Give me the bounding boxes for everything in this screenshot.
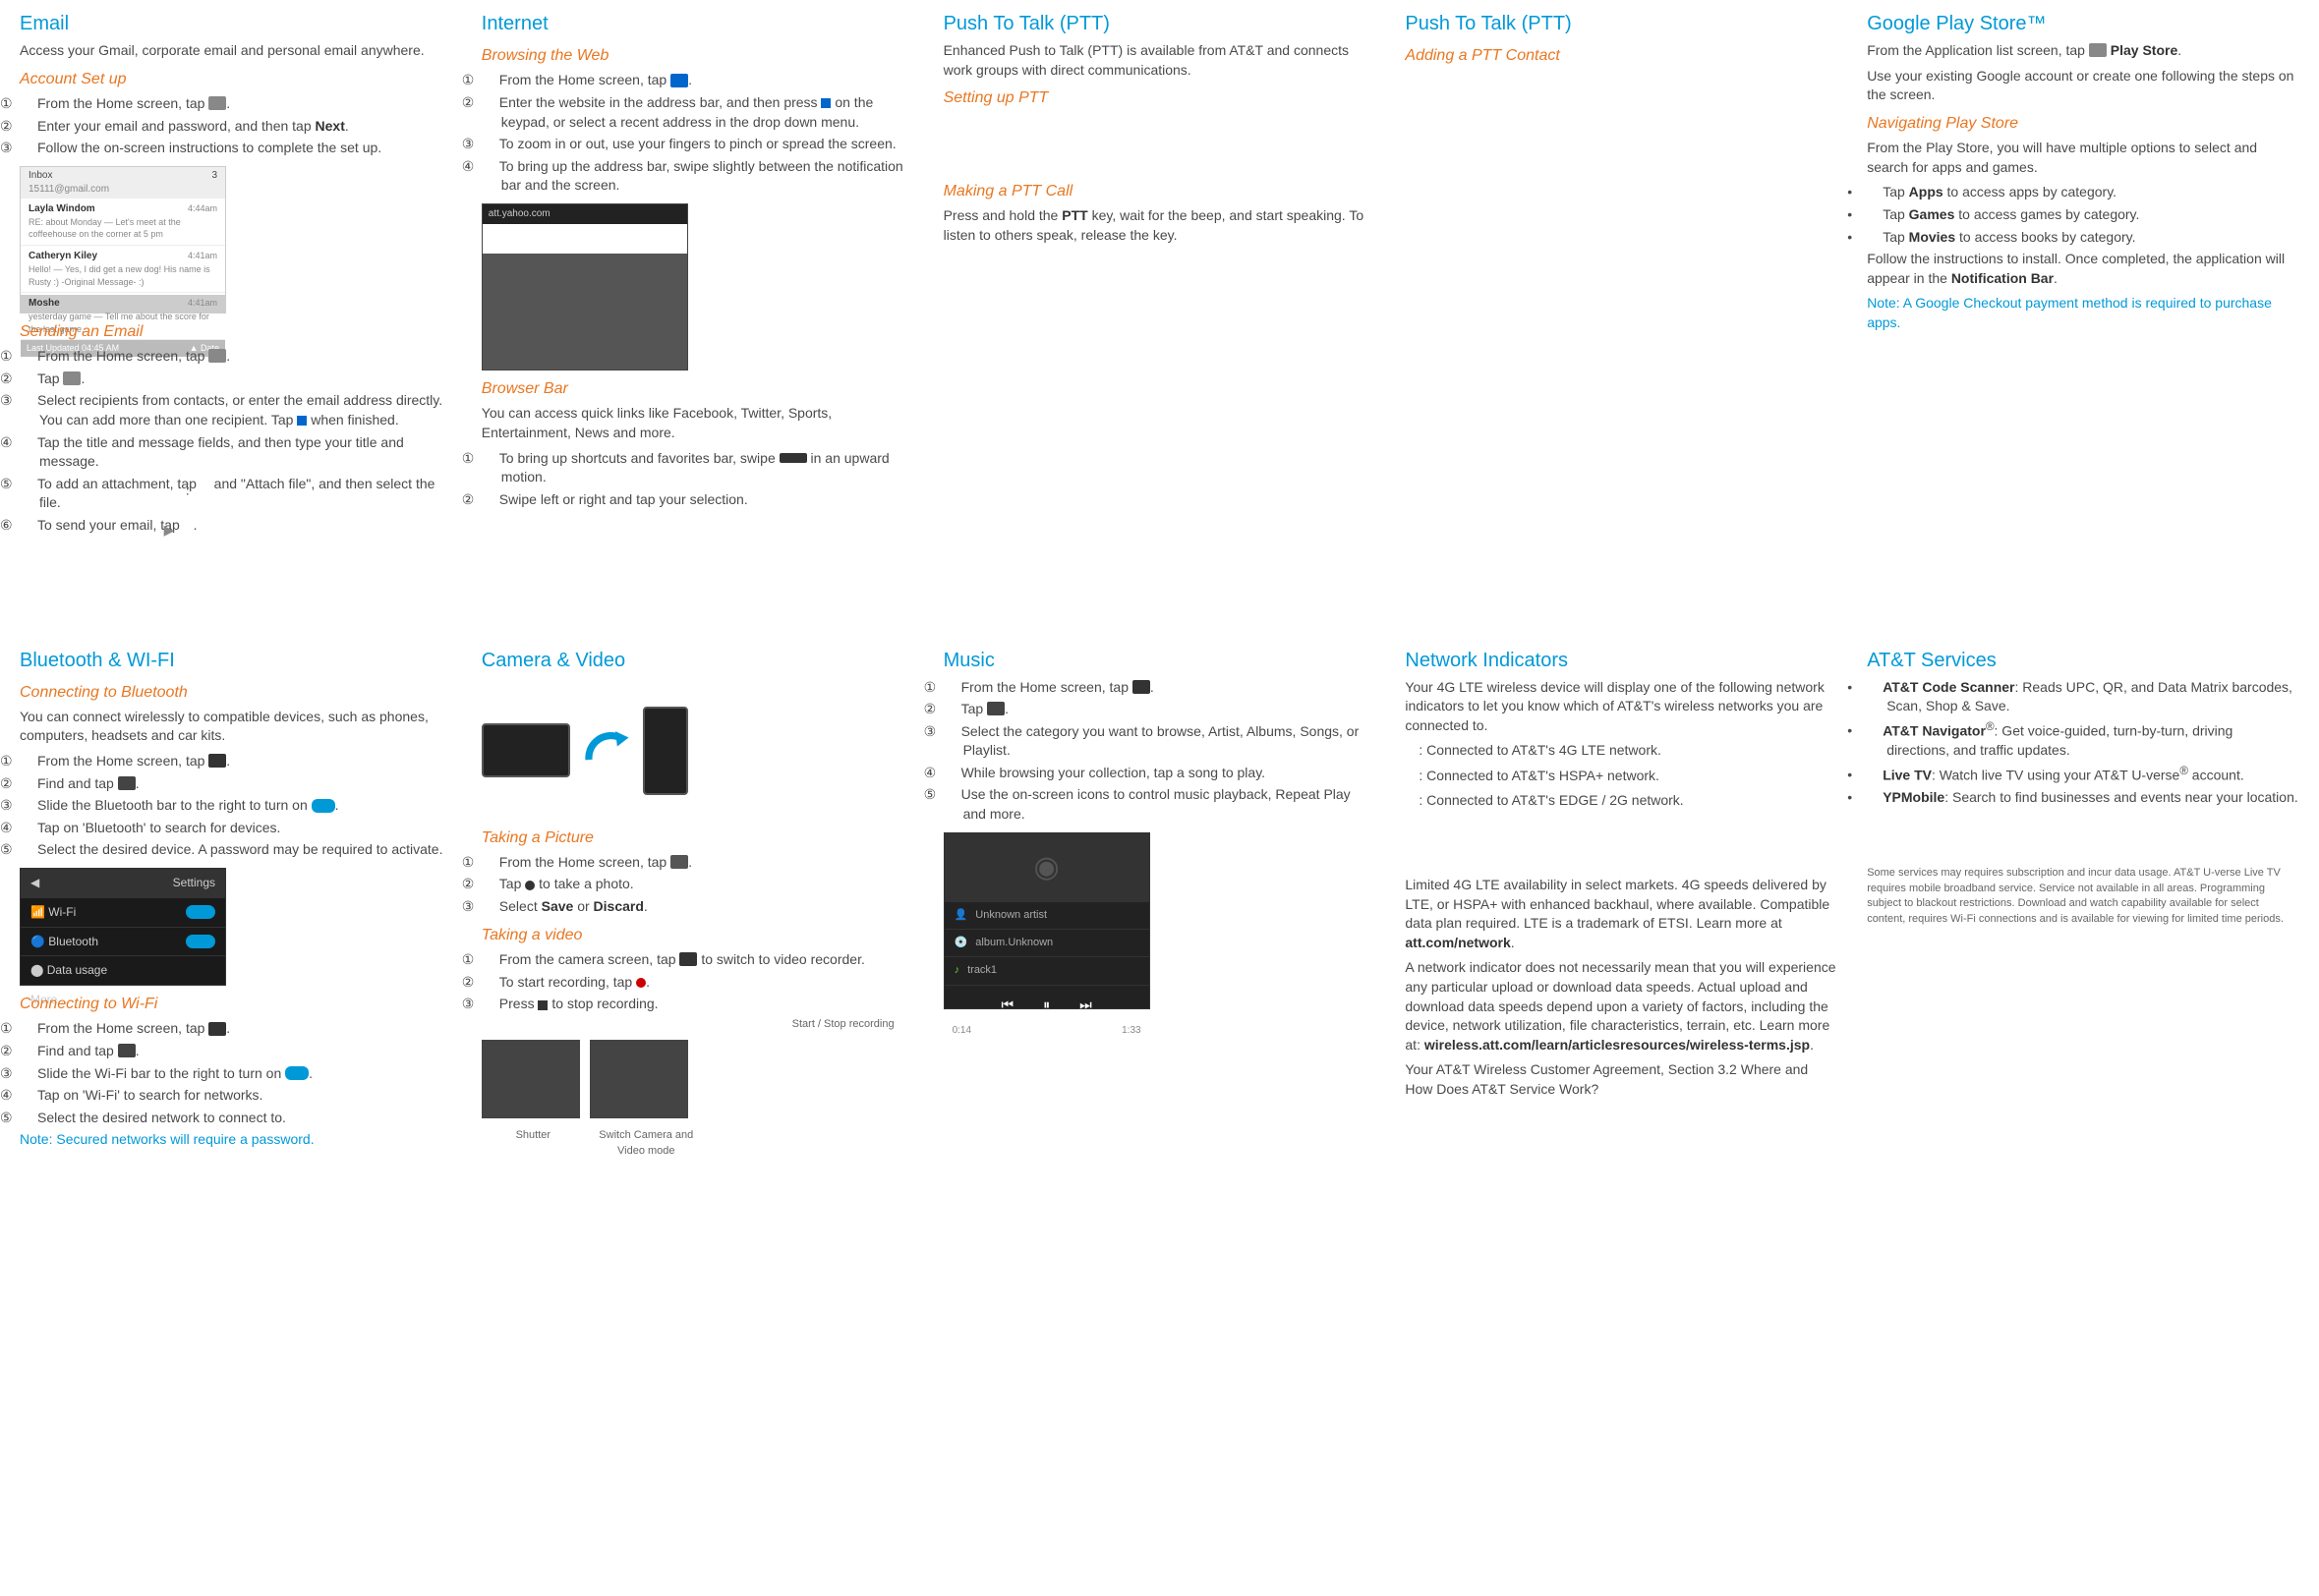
camera-title: Camera & Video bbox=[482, 647, 914, 674]
email-sending-list: ①From the Home screen, tap . ②Tap . ③Sel… bbox=[20, 347, 452, 535]
music-player-screenshot: ◉ 👤Unknown artist 💿album.Unknown ♪track1… bbox=[944, 832, 1150, 1009]
settings-icon bbox=[118, 776, 136, 790]
video-switch-icon bbox=[679, 952, 697, 966]
stop-icon bbox=[538, 1000, 548, 1010]
settings-icon bbox=[118, 1044, 136, 1057]
wifi-sub: Connecting to Wi-Fi bbox=[20, 994, 452, 1015]
settings-screenshot: ◀ Settings 📶 Wi-Fi 🔵 Bluetooth ⬤ Data us… bbox=[20, 868, 226, 986]
browser-screenshot: att.yahoo.com bbox=[482, 203, 688, 370]
play-title: Google Play Store™ bbox=[1867, 10, 2299, 37]
email-intro: Access your Gmail, corporate email and p… bbox=[20, 41, 452, 61]
network-title: Network Indicators bbox=[1405, 647, 1837, 674]
section-email: Email Access your Gmail, corporate email… bbox=[20, 10, 452, 539]
section-music: Music ①From the Home screen, tap . ②Tap … bbox=[944, 647, 1376, 1160]
ptt2-title: Push To Talk (PTT) bbox=[1405, 10, 1837, 37]
go-icon bbox=[821, 98, 831, 108]
section-bluetooth-wifi: Bluetooth & WI-FI Connecting to Bluetoot… bbox=[20, 647, 452, 1160]
section-internet: Internet Browsing the Web ①From the Home… bbox=[482, 10, 914, 539]
camera-rotate-illustration bbox=[482, 682, 688, 820]
email-setup-title: Account Set up bbox=[20, 69, 452, 90]
start-stop-caption: Start / Stop recording bbox=[482, 1017, 914, 1032]
swipe-bar-icon bbox=[780, 453, 807, 463]
apps-icon bbox=[1132, 680, 1150, 694]
email-title: Email bbox=[20, 10, 452, 37]
email-sending-title: Sending an Email bbox=[20, 321, 452, 343]
checkmark-icon bbox=[297, 416, 307, 426]
menu-icon: ⋮ bbox=[201, 480, 210, 489]
email-setup-list: ①From the Home screen, tap . ②Enter your… bbox=[20, 94, 452, 158]
vid-title: Taking a video bbox=[482, 925, 914, 946]
shutter-caption: Shutter bbox=[482, 1128, 585, 1159]
switch-caption: Switch Camera and Video mode bbox=[595, 1128, 698, 1159]
browsing-title: Browsing the Web bbox=[482, 45, 914, 67]
music-title: Music bbox=[944, 647, 1376, 674]
browser-bar-title: Browser Bar bbox=[482, 378, 914, 400]
services-footnote: Some services may requires subscription … bbox=[1867, 866, 2299, 927]
shutter-icon bbox=[525, 881, 535, 890]
play-store-icon bbox=[2089, 43, 2107, 57]
ptt-call-title: Making a PTT Call bbox=[944, 181, 1376, 202]
rotate-arrow-icon bbox=[580, 721, 633, 780]
section-ptt: Push To Talk (PTT) Enhanced Push to Talk… bbox=[944, 10, 1376, 539]
ptt-title: Push To Talk (PTT) bbox=[944, 10, 1376, 37]
internet-title: Internet bbox=[482, 10, 914, 37]
section-camera: Camera & Video Taking a Picture ①From th… bbox=[482, 647, 914, 1160]
toggle-on-icon bbox=[285, 1066, 309, 1080]
play-nav-title: Navigating Play Store bbox=[1867, 113, 2299, 135]
camera-app-icon bbox=[670, 855, 688, 869]
ptt-setup-title: Setting up PTT bbox=[944, 87, 1376, 109]
pic-title: Taking a Picture bbox=[482, 827, 914, 849]
apps-icon bbox=[208, 1022, 226, 1036]
email-app-icon bbox=[208, 96, 226, 110]
section-network: Network Indicators Your 4G LTE wireless … bbox=[1405, 647, 1837, 1160]
section-att-services: AT&T Services •AT&T Code Scanner: Reads … bbox=[1867, 647, 2299, 1160]
services-title: AT&T Services bbox=[1867, 647, 2299, 674]
ptt-add-title: Adding a PTT Contact bbox=[1405, 45, 1837, 67]
section-ptt-contact: Push To Talk (PTT) Adding a PTT Contact bbox=[1405, 10, 1837, 539]
email-app-icon bbox=[208, 349, 226, 363]
bt-sub: Connecting to Bluetooth bbox=[20, 682, 452, 704]
section-playstore: Google Play Store™ From the Application … bbox=[1867, 10, 2299, 539]
wifi-note: Note: Secured networks will require a pa… bbox=[20, 1130, 452, 1150]
apps-icon bbox=[208, 754, 226, 768]
browser-icon bbox=[670, 74, 688, 87]
toggle-on-icon bbox=[312, 799, 335, 813]
record-icon bbox=[636, 978, 646, 988]
bt-title: Bluetooth & WI-FI bbox=[20, 647, 452, 674]
camera-thumbs bbox=[482, 1040, 688, 1118]
email-inbox-screenshot: Inbox15111@gmail.com 3 Layla Windom4:44a… bbox=[20, 166, 226, 314]
send-icon: ▶ bbox=[184, 521, 194, 531]
compose-icon bbox=[63, 371, 81, 385]
play-note: Note: A Google Checkout payment method i… bbox=[1867, 294, 2299, 332]
music-app-icon bbox=[987, 702, 1005, 715]
